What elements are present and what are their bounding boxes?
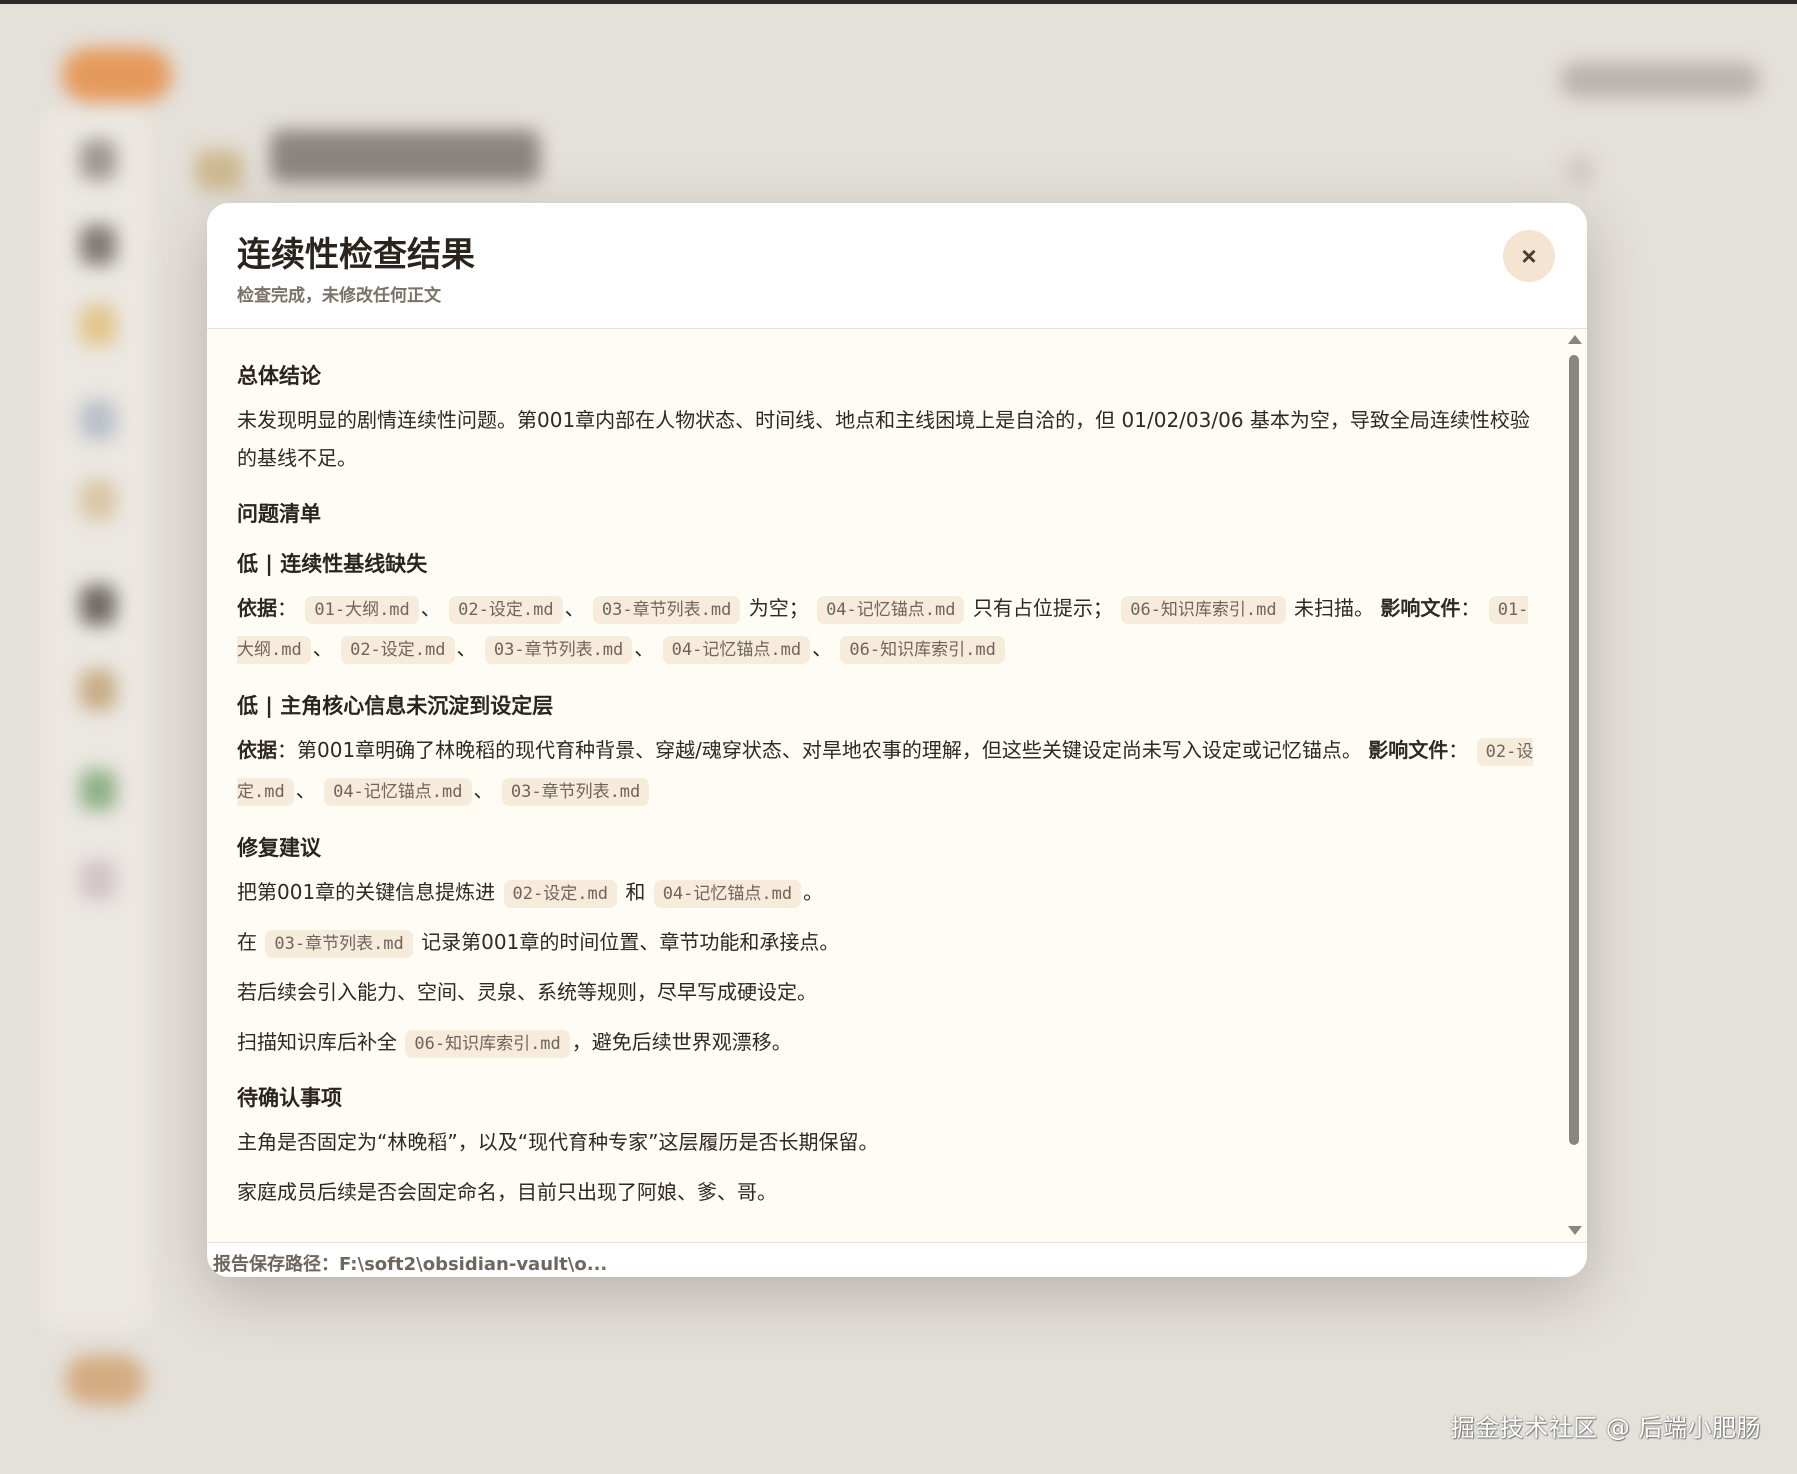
background-bottom-button xyxy=(65,1355,145,1405)
background-title xyxy=(270,130,540,182)
sidebar-icon xyxy=(80,305,116,345)
sidebar-icon xyxy=(80,400,116,440)
fix-item-2: 在 03-章节列表.md 记录第001章的时间位置、章节功能和承接点。 xyxy=(237,923,1537,961)
file-tag: 03-章节列表.md xyxy=(501,778,650,806)
file-tag: 03-章节列表.md xyxy=(265,930,413,958)
sidebar-icon xyxy=(80,670,116,710)
sidebar-icon xyxy=(80,225,116,265)
dialog-header: 连续性检查结果 检查完成，未修改任何正文 × xyxy=(207,203,1587,329)
affected-label: 影响文件 xyxy=(1368,738,1449,762)
report-scrollbar[interactable] xyxy=(1567,335,1582,1235)
close-button[interactable]: × xyxy=(1503,230,1555,282)
scroll-up-arrow-icon[interactable] xyxy=(1568,335,1582,344)
folder-icon xyxy=(195,150,243,190)
issue-1-title: 低 | 连续性基线缺失 xyxy=(237,552,428,576)
fix-item-3: 若后续会引入能力、空间、灵泉、系统等规则，尽早写成硬设定。 xyxy=(237,980,817,1004)
file-tag: 02-设定.md xyxy=(449,596,563,624)
report-save-path: 报告保存路径：F:\soft2\obsidian-vault\o... xyxy=(213,1254,608,1275)
sidebar-icon xyxy=(80,770,116,810)
file-tag: 02-设定.md xyxy=(341,636,455,664)
close-icon: × xyxy=(1521,241,1537,271)
summary-text: 未发现明显的剧情连续性问题。第001章内部在人物状态、时间线、地点和主线困境上是… xyxy=(237,408,1530,470)
issue-2-basis-text: 第001章明确了林晚稻的现代育种背景、穿越/魂穿状态、对旱地农事的理解，但这些关… xyxy=(297,738,1362,762)
sidebar-icon xyxy=(80,140,116,180)
file-tag: 04-记忆锚点.md xyxy=(653,880,802,908)
pending-heading: 待确认事项 xyxy=(237,1086,342,1110)
issue-2-detail: 依据：第001章明确了林晚稻的现代育种背景、穿越/魂穿状态、对旱地农事的理解，但… xyxy=(237,731,1537,811)
fix-1-text: 把第001章的关键信息提炼进 xyxy=(237,880,496,904)
fix-1-conjunction: 和 xyxy=(625,880,646,904)
dialog-footer: 报告保存路径：F:\soft2\obsidian-vault\o... xyxy=(207,1242,1587,1277)
sidebar-icon xyxy=(80,860,116,900)
fix-2-end: 记录第001章的时间位置、章节功能和承接点。 xyxy=(421,930,840,954)
issue-1-detail: 依据： 01-大纲.md、 02-设定.md、 03-章节列表.md 为空； 0… xyxy=(237,589,1537,669)
fix-1-end: 。 xyxy=(803,880,824,904)
fix-2-text: 在 xyxy=(237,930,257,954)
file-tag: 04-记忆锚点.md xyxy=(324,778,472,806)
basis-label: 依据 xyxy=(237,738,277,762)
issues-heading: 问题清单 xyxy=(237,502,321,526)
report-content: 总体结论 未发现明显的剧情连续性问题。第001章内部在人物状态、时间线、地点和主… xyxy=(237,351,1537,1223)
dialog-title: 连续性检查结果 xyxy=(237,235,475,275)
summary-heading: 总体结论 xyxy=(237,364,321,388)
background-toolbar-pill xyxy=(1560,62,1760,98)
pending-item-1: 主角是否固定为“林晚稻”，以及“现代育种专家”这层履历是否长期保留。 xyxy=(237,1130,879,1154)
issue-1-text-placeholder: 只有占位提示； xyxy=(972,596,1113,620)
file-tag: 06-知识库索引.md xyxy=(405,1030,570,1058)
fix-heading: 修复建议 xyxy=(237,836,321,860)
file-tag: 06-知识库索引.md xyxy=(840,636,1005,664)
file-tag: 03-章节列表.md xyxy=(592,596,741,624)
file-tag: 04-记忆锚点.md xyxy=(817,596,965,624)
file-tag: 04-记忆锚点.md xyxy=(662,636,811,664)
sidebar-icon xyxy=(80,480,116,520)
file-tag: 03-章节列表.md xyxy=(484,636,633,664)
basis-label: 依据 xyxy=(237,596,277,620)
watermark: 掘金技术社区 @ 后端小肥肠 xyxy=(1450,1414,1761,1442)
affected-label: 影响文件 xyxy=(1380,596,1461,620)
file-tag: 06-知识库索引.md xyxy=(1121,596,1286,624)
fix-4-end: ，避免后续世界观漂移。 xyxy=(571,1030,792,1054)
background-dot xyxy=(1565,155,1595,185)
scroll-down-arrow-icon[interactable] xyxy=(1568,1226,1582,1235)
file-tag: 01-大纲.md xyxy=(305,596,419,624)
file-tag: 02-设定.md xyxy=(503,880,617,908)
fix-item-4: 扫描知识库后补全 06-知识库索引.md ，避免后续世界观漂移。 xyxy=(237,1023,1537,1061)
issue-1-text-unscanned: 未扫描。 xyxy=(1293,596,1374,620)
pending-item-2: 家庭成员后续是否会固定命名，目前只出现了阿娘、爹、哥。 xyxy=(237,1180,777,1204)
fix-item-1: 把第001章的关键信息提炼进 02-设定.md 和 04-记忆锚点.md。 xyxy=(237,873,1537,911)
dialog-subtitle: 检查完成，未修改任何正文 xyxy=(237,286,441,306)
issue-1-text-empty: 为空； xyxy=(748,596,809,620)
issue-2-title: 低 | 主角核心信息未沉淀到设定层 xyxy=(237,694,554,718)
continuity-check-dialog: 连续性检查结果 检查完成，未修改任何正文 × 总体结论 未发现明显的剧情连续性问… xyxy=(207,203,1587,1277)
scroll-thumb[interactable] xyxy=(1569,355,1579,1145)
report-body[interactable]: 总体结论 未发现明显的剧情连续性问题。第001章内部在人物状态、时间线、地点和主… xyxy=(207,329,1587,1242)
fix-4-text: 扫描知识库后补全 xyxy=(237,1030,397,1054)
app-logo xyxy=(62,48,172,102)
sidebar-icon xyxy=(80,585,116,625)
sidebar-rail xyxy=(40,110,150,1330)
